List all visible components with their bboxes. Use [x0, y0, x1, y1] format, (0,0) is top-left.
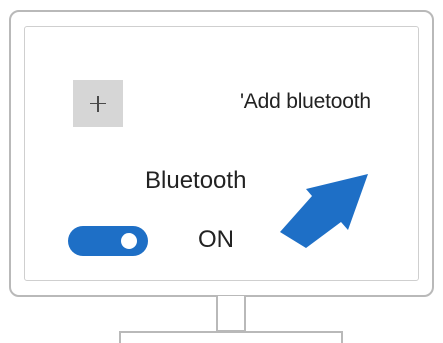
- monitor-stand-neck: [216, 296, 246, 332]
- plus-icon: [90, 95, 106, 112]
- bluetooth-state-label: ON: [198, 226, 234, 253]
- arrow-icon: [280, 174, 368, 248]
- add-bluetooth-button[interactable]: [73, 80, 123, 127]
- add-bluetooth-label: 'Add bluetooth: [240, 90, 371, 113]
- bluetooth-title: Bluetooth: [145, 167, 247, 194]
- illustration: 'Add bluetooth Bluetooth ON: [0, 0, 443, 343]
- toggle-knob: [121, 233, 137, 249]
- monitor-stand-base: [119, 331, 343, 343]
- bluetooth-toggle[interactable]: [68, 226, 148, 256]
